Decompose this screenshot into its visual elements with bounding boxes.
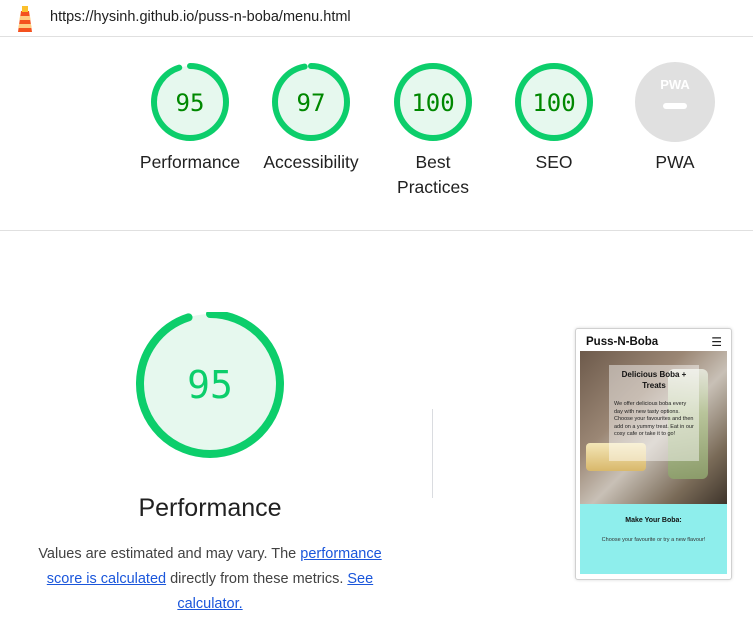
description-text: directly from these metrics. xyxy=(166,571,348,587)
gauge-ring: 95 xyxy=(151,63,229,141)
gauge-ring-large: 95 xyxy=(136,310,284,458)
performance-description: Values are estimated and may vary. The p… xyxy=(20,542,400,617)
gauge-accessibility[interactable]: 97 Accessibility xyxy=(256,62,366,175)
pwa-badge-icon: PWA xyxy=(635,62,715,142)
address-bar: https://hysinh.github.io/puss-n-boba/men… xyxy=(0,0,753,37)
site-title: Puss-N-Boba xyxy=(586,336,659,348)
lighthouse-icon xyxy=(18,6,32,32)
gauge-score: 97 xyxy=(297,89,326,117)
gauge-score: 100 xyxy=(532,89,575,117)
hero-title: Delicious Boba + Treats xyxy=(621,370,687,390)
band-title: Make Your Boba: xyxy=(625,517,682,524)
hamburger-menu-icon: ☰ xyxy=(711,335,722,349)
gauge-seo[interactable]: 100 SEO xyxy=(499,62,609,175)
gauge-pwa[interactable]: PWA PWA xyxy=(620,62,730,175)
gauge-score: 95 xyxy=(176,89,205,117)
performance-title: Performance xyxy=(138,494,282,522)
divider xyxy=(432,409,433,498)
gauge-best-practices[interactable]: 100 Best Practices xyxy=(378,62,488,200)
svg-text:PWA: PWA xyxy=(660,77,690,92)
gauge-score: 100 xyxy=(411,89,454,117)
description-text: Values are estimated and may vary. The xyxy=(38,546,301,562)
gauge-label: SEO xyxy=(535,152,573,172)
hero-text: We offer delicious boba every day with n… xyxy=(614,401,694,437)
gauge-label: PWA xyxy=(655,152,695,172)
gauge-label: Performance xyxy=(139,152,241,172)
gauge-ring: 100 xyxy=(515,63,593,141)
score-gauges: 95 Performance 97 Accessibility 100 Best… xyxy=(0,38,753,231)
performance-gauge: 95 xyxy=(110,310,310,477)
gauge-label: Accessibility xyxy=(263,152,359,172)
gauge-ring: 100 xyxy=(394,63,472,141)
gauge-performance[interactable]: 95 Performance xyxy=(135,62,245,175)
hero-image: Delicious Boba + Treats We offer delicio… xyxy=(580,351,727,504)
final-screenshot-thumbnail[interactable]: Puss-N-Boba ☰ Delicious Boba + Treats We… xyxy=(575,328,732,580)
url-text[interactable]: https://hysinh.github.io/puss-n-boba/men… xyxy=(50,9,351,25)
band-text: Choose your favourite or try a new flavo… xyxy=(601,537,706,543)
gauge-label: Best Practices xyxy=(397,152,469,197)
performance-score: 95 xyxy=(187,363,233,407)
gauge-ring: 97 xyxy=(272,63,350,141)
